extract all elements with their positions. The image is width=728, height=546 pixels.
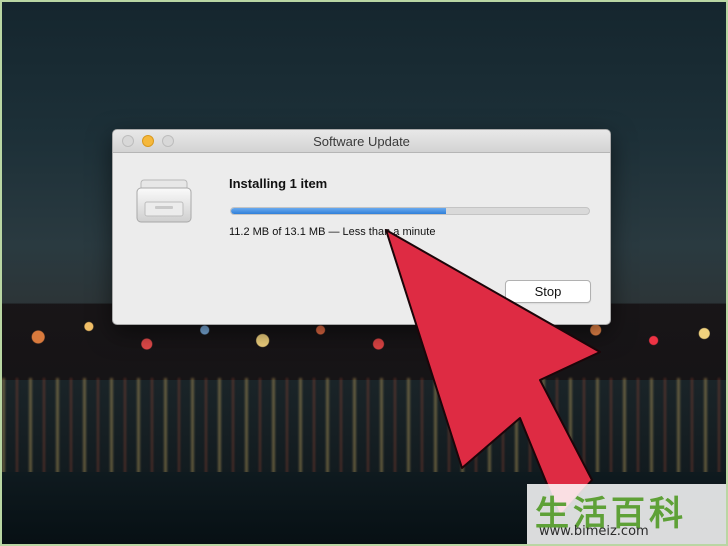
progress-status-text: 11.2 MB of 13.1 MB — Less than a minute	[229, 226, 436, 238]
title-bar: Software Update	[113, 130, 610, 153]
install-progress-bar	[230, 207, 590, 215]
progress-fill	[231, 208, 446, 214]
stop-button[interactable]: Stop	[505, 280, 591, 303]
watermark-url: www.bimeiz.com	[539, 524, 649, 539]
printer-icon	[135, 176, 195, 226]
installing-label: Installing 1 item	[229, 176, 328, 191]
watermark: 生活百科 www.bimeiz.com	[527, 484, 726, 544]
software-update-window: Software Update Installing 1 item 11.2 M…	[112, 129, 611, 325]
window-title: Software Update	[313, 134, 410, 149]
water-reflection	[2, 378, 726, 478]
